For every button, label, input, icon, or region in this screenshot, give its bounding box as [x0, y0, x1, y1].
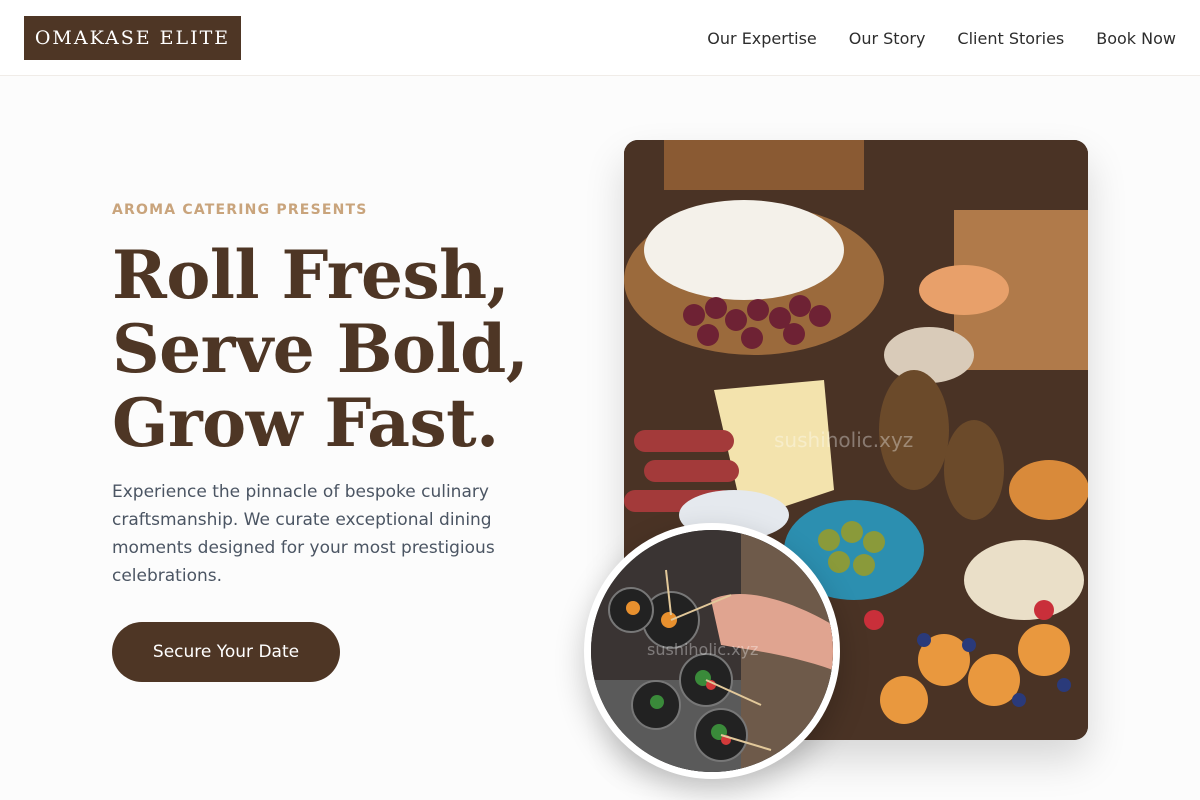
brand-logo[interactable]: OMAKASE ELITE	[24, 16, 241, 60]
hero-headline: Roll Fresh, Serve Bold, Grow Fast.	[112, 238, 552, 460]
main-photo-watermark: sushiholic.xyz	[774, 428, 914, 452]
inset-photo-watermark: sushiholic.xyz	[647, 640, 759, 659]
cocktail-skewers-photo: sushiholic.xyz	[584, 523, 840, 779]
main-nav: Our Expertise Our Story Client Stories B…	[707, 0, 1176, 76]
headline-line-2: Serve Bold,	[112, 310, 529, 388]
hero-description: Experience the pinnacle of bespoke culin…	[112, 482, 495, 586]
site-header: OMAKASE ELITE Our Expertise Our Story Cl…	[0, 0, 1200, 76]
nav-link-our-story[interactable]: Our Story	[849, 29, 926, 48]
nav-link-client-stories[interactable]: Client Stories	[957, 29, 1064, 48]
headline-line-3: Grow Fast.	[112, 384, 499, 462]
nav-link-our-expertise[interactable]: Our Expertise	[707, 29, 816, 48]
secure-date-button[interactable]: Secure Your Date	[112, 622, 340, 682]
headline-line-1: Roll Fresh,	[112, 236, 510, 314]
nav-link-book-now[interactable]: Book Now	[1096, 29, 1176, 48]
hero-eyebrow: AROMA CATERING PRESENTS	[112, 202, 368, 218]
